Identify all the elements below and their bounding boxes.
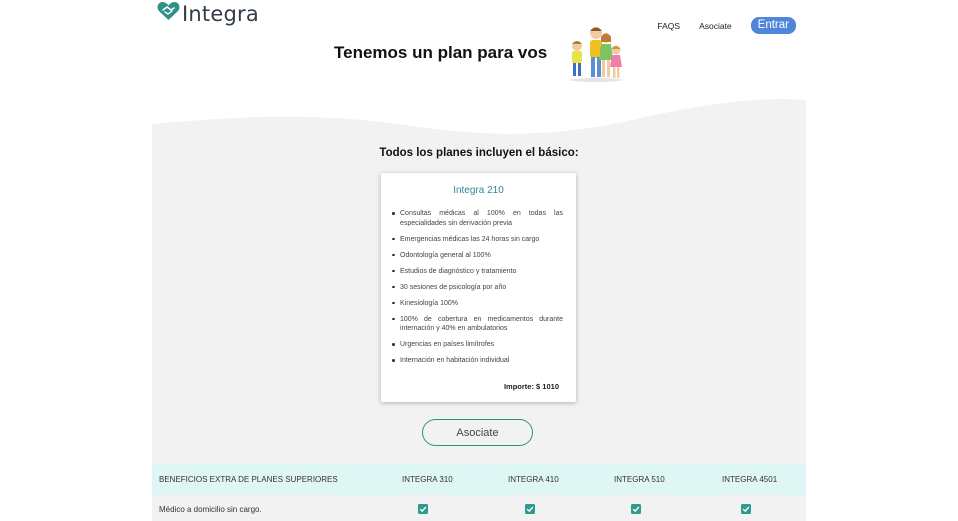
family-illustration — [566, 24, 622, 89]
entrar-button[interactable]: Entrar — [750, 17, 796, 34]
plan-title: Integra 210 — [453, 185, 504, 196]
table-header-integra-310: INTEGRA 310 — [402, 475, 453, 484]
list-item: Estudios de diagnóstico y tratamiento — [392, 267, 563, 277]
benefits-list: Consultas médicas al 100% en todas las e… — [392, 209, 563, 366]
table-header-integra-4501: INTEGRA 4501 — [722, 475, 778, 484]
list-item: Urgencias en países limítrofes — [392, 340, 563, 350]
plan-price: Importe: $ 1010 — [503, 382, 559, 391]
check-icon — [741, 504, 751, 514]
table-row-label: Médico a domicilio sin cargo. — [159, 505, 262, 514]
list-item: 30 sesiones de psicología por año — [392, 283, 563, 293]
check-icon — [631, 504, 641, 514]
list-item: 100% de cobertura en medicamentos durant… — [392, 315, 563, 334]
hero-title: Tenemos un plan para vos — [334, 43, 548, 62]
nav-asociate-link[interactable]: Asociate — [699, 21, 732, 31]
list-item: Odontología general al 100% — [392, 251, 563, 261]
plans-subtitle: Todos los planes incluyen el básico: — [379, 147, 579, 159]
table-header-integra-510: INTEGRA 510 — [614, 475, 665, 484]
table-header-benefits: BENEFICIOS EXTRA DE PLANES SUPERIORES — [159, 475, 338, 484]
logo[interactable]: Integra — [157, 1, 259, 26]
nav-faqs-link[interactable]: FAQS — [657, 21, 680, 31]
table-header-integra-410: INTEGRA 410 — [508, 475, 559, 484]
logo-text: Integra — [182, 1, 259, 26]
list-item: Internación en habitación individual — [392, 356, 563, 366]
plan-card: Integra 210 Consultas médicas al 100% en… — [381, 173, 576, 402]
top-nav: FAQS Asociate Entrar — [657, 17, 796, 34]
check-icon — [418, 504, 428, 514]
list-item: Consultas médicas al 100% en todas las e… — [392, 209, 563, 228]
list-item: Kinesiología 100% — [392, 299, 563, 309]
asociate-button[interactable]: Asociate — [422, 419, 533, 446]
handshake-heart-icon — [157, 1, 180, 26]
check-icon — [525, 504, 535, 514]
table-header-row: BENEFICIOS EXTRA DE PLANES SUPERIORES IN… — [152, 464, 806, 495]
list-item: Emergencias médicas las 24 horas sin car… — [392, 235, 563, 245]
wave-divider — [152, 98, 806, 144]
table-row: Médico a domicilio sin cargo. — [152, 496, 806, 521]
